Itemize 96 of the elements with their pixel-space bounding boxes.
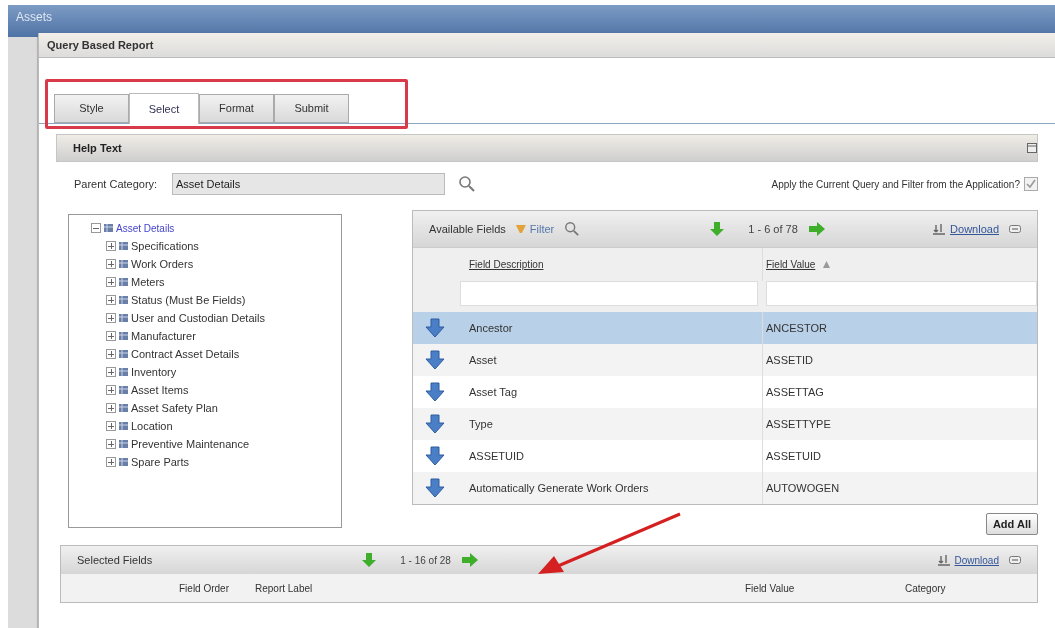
table-cell: Automatically Generate Work Orders bbox=[457, 472, 763, 504]
expand-toggle[interactable] bbox=[106, 367, 116, 377]
app-title: Assets bbox=[16, 10, 52, 24]
table-cell-text: ASSETTAG bbox=[765, 384, 825, 400]
collapse-icon[interactable] bbox=[1009, 225, 1021, 233]
filter-field[interactable] bbox=[460, 281, 758, 306]
panel-title: Available Fields bbox=[429, 221, 506, 237]
tree-item[interactable]: Meters bbox=[131, 273, 165, 291]
sort-icon[interactable] bbox=[823, 261, 831, 268]
table-icon bbox=[119, 458, 128, 466]
column-header[interactable]: Field Value bbox=[745, 580, 905, 596]
table-icon bbox=[119, 422, 128, 430]
tree-item[interactable]: Status (Must Be Fields) bbox=[131, 291, 246, 309]
expand-toggle[interactable] bbox=[106, 457, 116, 467]
add-arrow-icon[interactable] bbox=[424, 445, 446, 467]
add-arrow-icon[interactable] bbox=[424, 349, 446, 371]
tree-item[interactable]: Spare Parts bbox=[131, 453, 190, 471]
table-icon bbox=[119, 440, 128, 448]
expand-toggle[interactable] bbox=[106, 295, 116, 305]
tab[interactable]: Select bbox=[129, 93, 199, 124]
table-cell-text: ASSETTYPE bbox=[765, 416, 832, 432]
table-icon bbox=[119, 296, 128, 304]
table-row[interactable]: Ancestor ANCESTOR bbox=[413, 312, 1037, 344]
add-all-button[interactable]: Add All bbox=[985, 513, 1038, 535]
tree-item[interactable]: Location bbox=[131, 417, 173, 435]
tab[interactable]: Format bbox=[199, 94, 274, 123]
tree-item[interactable]: Asset Details bbox=[116, 220, 175, 236]
expand-toggle[interactable] bbox=[106, 241, 116, 251]
tab[interactable]: Submit bbox=[274, 94, 349, 123]
maximize-icon[interactable] bbox=[1027, 143, 1037, 153]
tree-item[interactable]: Preventive Maintenance bbox=[131, 435, 249, 453]
search-icon[interactable] bbox=[458, 175, 476, 193]
column-header[interactable]: Field Order bbox=[179, 580, 255, 596]
tree-item[interactable]: User and Custodian Details bbox=[131, 309, 265, 327]
field-label: Parent Category: bbox=[74, 176, 159, 192]
column-header[interactable]: Field Description bbox=[469, 257, 544, 272]
input-field[interactable]: Asset Details bbox=[172, 173, 445, 195]
column-header[interactable]: Field Value bbox=[766, 257, 816, 272]
dialog-title: Query Based Report bbox=[47, 37, 154, 53]
expand-toggle[interactable] bbox=[106, 259, 116, 269]
table-icon bbox=[119, 404, 128, 412]
expand-toggle[interactable] bbox=[106, 331, 116, 341]
table-icon bbox=[104, 224, 113, 232]
tree-item[interactable]: Work Orders bbox=[131, 255, 194, 273]
download-icon[interactable] bbox=[936, 554, 951, 566]
add-arrow-icon[interactable] bbox=[424, 413, 446, 435]
table-icon bbox=[119, 314, 128, 322]
expand-toggle[interactable] bbox=[106, 421, 116, 431]
collapse-toggle[interactable] bbox=[91, 223, 101, 233]
filter-icon bbox=[515, 225, 526, 233]
search-icon[interactable] bbox=[564, 221, 581, 237]
tree-item[interactable]: Asset Safety Plan bbox=[131, 399, 218, 417]
tree-item[interactable]: Asset Items bbox=[131, 381, 189, 399]
expand-toggle[interactable] bbox=[106, 385, 116, 395]
column-header[interactable]: Report Label bbox=[255, 580, 745, 596]
check-icon bbox=[1026, 179, 1036, 189]
download-link[interactable]: Download bbox=[950, 220, 999, 238]
table-icon bbox=[119, 368, 128, 376]
filter-field[interactable] bbox=[766, 281, 1037, 306]
help-title: Help Text bbox=[73, 140, 122, 156]
table-icon bbox=[119, 278, 128, 286]
download-icon[interactable] bbox=[932, 223, 947, 235]
table-cell-text: AUTOWOGEN bbox=[765, 480, 841, 496]
table-row[interactable]: Automatically Generate Work Orders AUTOWOGEN bbox=[413, 472, 1037, 504]
table-cell-text: ASSETUID bbox=[765, 448, 822, 464]
expand-toggle[interactable] bbox=[106, 277, 116, 287]
table-row[interactable]: Asset ASSETID bbox=[413, 344, 1037, 376]
tree-item[interactable]: Specifications bbox=[131, 237, 199, 255]
panel-title: Selected Fields bbox=[77, 552, 153, 568]
tree-item[interactable]: Contract Asset Details bbox=[131, 345, 240, 363]
expand-toggle[interactable] bbox=[106, 349, 116, 359]
table-icon bbox=[119, 350, 128, 358]
tab[interactable]: Style bbox=[54, 94, 129, 123]
download-link[interactable]: Download bbox=[954, 552, 999, 568]
table-cell-text: ASSETID bbox=[765, 352, 815, 368]
expand-toggle[interactable] bbox=[106, 403, 116, 413]
tree-item[interactable]: Manufacturer bbox=[131, 327, 196, 345]
collapse-icon[interactable] bbox=[1009, 556, 1021, 564]
column-header[interactable]: Category bbox=[905, 580, 946, 596]
table-cell-text: ANCESTOR bbox=[765, 320, 828, 336]
add-arrow-icon[interactable] bbox=[424, 317, 446, 339]
table-icon bbox=[119, 242, 128, 250]
add-arrow-icon[interactable] bbox=[424, 477, 446, 499]
paging-info: 1 - 6 of 78 bbox=[748, 221, 798, 237]
table-icon bbox=[119, 332, 128, 340]
table-row[interactable]: Type ASSETTYPE bbox=[413, 408, 1037, 440]
table-icon bbox=[119, 386, 128, 394]
filter-link[interactable]: Filter bbox=[529, 220, 555, 238]
paging-info: 1 - 16 of 28 bbox=[400, 553, 451, 568]
add-arrow-icon[interactable] bbox=[424, 381, 446, 403]
option-label: Apply the Current Query and Filter from the Application? bbox=[771, 177, 1020, 192]
tree-item[interactable]: Inventory bbox=[131, 363, 177, 381]
expand-toggle[interactable] bbox=[106, 313, 116, 323]
expand-toggle[interactable] bbox=[106, 439, 116, 449]
table-icon bbox=[119, 260, 128, 268]
checkbox[interactable] bbox=[1024, 177, 1038, 191]
